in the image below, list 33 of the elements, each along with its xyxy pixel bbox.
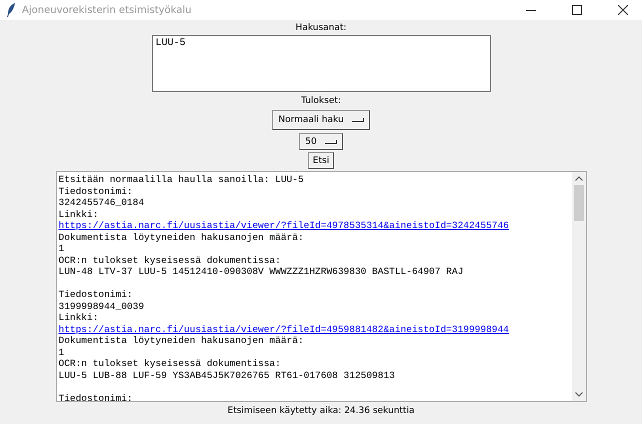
- result-line: Dokumentista löytyneiden hakusanojen määrä:: [58, 335, 305, 346]
- result-link[interactable]: https://astia.narc.fi/uusiastia/viewer/?fileId=4959881482&aineistoId=3199998944: [58, 324, 509, 334]
- result-line: Tiedostonimi:: [58, 392, 134, 401]
- result-line: Etsitään normaalilla haulla sanoilla: LUU-5: [58, 174, 305, 186]
- result-line: Linkki:: [58, 208, 100, 220]
- result-line: 3199998944_0039: [58, 300, 146, 312]
- result-line: OCR:n tulokset kyseisessä dokumentissa:: [58, 254, 282, 266]
- window-title: Ajoneuvorekisterin etsimistyökalu: [22, 4, 193, 16]
- scroll-thumb[interactable]: [574, 185, 584, 221]
- result-line: 1: [58, 346, 66, 358]
- result-link[interactable]: https://astia.narc.fi/uusiastia/viewer/?fileId=4978535314&aineistoId=3242455746: [58, 220, 509, 231]
- result-line: Dokumentista löytyneiden hakusanojen määrä:: [58, 232, 305, 243]
- close-icon[interactable]: [618, 5, 628, 15]
- status-text: Etsimiseen käytetty aika: 24.36 sekunttia: [228, 406, 414, 416]
- result-line: OCR:n tulokset kyseisessä dokumentissa:: [58, 358, 282, 370]
- result-line: 3242455746_0184: [58, 197, 146, 208]
- search-button[interactable]: Etsi: [308, 152, 334, 169]
- result-line: Linkki:: [58, 312, 100, 324]
- scroll-down-icon[interactable]: [574, 392, 582, 397]
- scrollbar[interactable]: [572, 172, 586, 401]
- count-dropdown[interactable]: 50: [299, 133, 343, 150]
- scroll-up-icon[interactable]: [574, 176, 582, 181]
- result-line: Tiedostonimi:: [58, 289, 134, 300]
- mode-dropdown[interactable]: Normaali haku: [272, 110, 370, 130]
- result-line: Tiedostonimi:: [58, 186, 134, 197]
- results-label: Tulokset:: [301, 95, 341, 107]
- feather-icon: [6, 3, 16, 17]
- search-label: Hakusanat:: [296, 22, 346, 34]
- search-field[interactable]: LUU-5: [152, 35, 490, 92]
- result-line: LUN-48 LTV-37 LUU-5 14512410-090308V WWWZZZ1HZRW639830 BASTLL-64907 RAJ: [58, 266, 464, 278]
- result-line: 1: [58, 243, 66, 254]
- maximize-icon[interactable]: [572, 5, 582, 15]
- result-line: LUU-5 LUB-88 LUF-59 YS3AB45J5K7026765 RT61-017608 312509813: [58, 370, 396, 381]
